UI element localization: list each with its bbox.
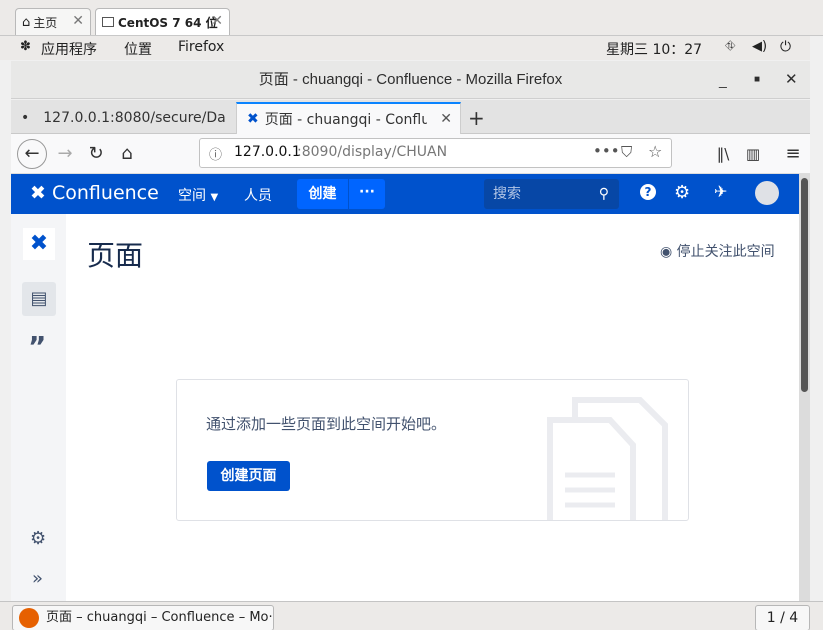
tab-label: 页面 - chuangqi - Conflue (264, 112, 427, 128)
host-tab-label: 主页 (33, 15, 58, 30)
close-window-icon[interactable]: ✕ (785, 61, 798, 99)
confluence-logo-icon[interactable]: ✖ (30, 182, 46, 204)
page-title: 页面 (87, 239, 144, 272)
create-page-button[interactable]: 创建页面 (207, 461, 290, 491)
menu-icon[interactable]: ≡ (779, 140, 807, 168)
workspace-pager[interactable]: 1 / 4 (755, 605, 810, 630)
search-input[interactable]: 搜索 ⚲ (484, 179, 619, 209)
notifications-icon[interactable]: ✈ (714, 182, 727, 201)
window-title: 页面 - chuangqi - Confluence - Mozilla Fir… (258, 71, 563, 88)
space-sidebar: ✖ ▤ ” ⚙ » ‖ (11, 214, 73, 601)
forward-icon[interactable]: → (51, 140, 79, 168)
empty-state-card: 通过添加一些页面到此空间开始吧。 创建页面 (176, 379, 689, 521)
url-host: 127.0.0.1 (234, 144, 301, 160)
url-path: :8090/display/CHUAN (297, 144, 448, 160)
reload-icon[interactable]: ↻ (82, 140, 110, 168)
volume-icon[interactable]: ◀) (752, 39, 767, 54)
close-icon[interactable]: ✕ (72, 13, 84, 29)
nav-people[interactable]: 人员 (244, 185, 272, 205)
search-placeholder: 搜索 (493, 186, 521, 202)
avatar[interactable] (755, 181, 779, 205)
menu-applications[interactable]: 应用程序 (41, 39, 97, 59)
info-icon[interactable]: ⓘ (209, 144, 222, 163)
home-icon[interactable]: ⌂ (113, 140, 141, 168)
firefox-icon (19, 608, 39, 628)
window-titlebar: 页面 - chuangqi - Confluence - Mozilla Fir… (11, 61, 810, 99)
search-icon[interactable]: ⚲ (599, 179, 609, 209)
confluence-header: ✖ Confluence 空间 ▼ 人员 创建 ··· 搜索 ⚲ ? ⚙ ✈ (11, 174, 799, 214)
page-scrollbar[interactable] (799, 174, 810, 601)
eye-icon: ◉ (660, 244, 673, 260)
chevron-down-icon: ▼ (210, 192, 219, 203)
create-button[interactable]: 创建 (297, 179, 348, 209)
pocket-icon[interactable]: ⛉ (621, 143, 632, 161)
host-tab-centos[interactable]: CentOS 7 64 位 ✕ (95, 8, 230, 35)
apps-icon: ✽ (20, 39, 31, 54)
pages-illustration-icon (547, 397, 668, 520)
power-icon[interactable]: ⏻ (780, 39, 791, 55)
expand-sidebar-icon[interactable]: » (32, 568, 43, 589)
bookmark-star-icon[interactable]: ☆ (648, 142, 662, 161)
page-actions-icon[interactable]: ••• (593, 142, 620, 160)
host-menubar: ✽ 应用程序 位置 Firefox 星期三 10：27 ⛗ ◀) ⏻ (0, 36, 810, 60)
main-content: 页面 ◉ 停止关注此空间 通过添加一些页面到此空间开始吧。 创建页面 (66, 214, 799, 601)
clock[interactable]: 星期三 10：27 (606, 39, 702, 59)
dot-icon: • (21, 110, 30, 126)
home-icon: ⌂ (22, 14, 31, 30)
create-more-button[interactable]: ··· (349, 179, 385, 209)
help-icon[interactable]: ? (640, 184, 656, 200)
menu-firefox[interactable]: Firefox (178, 39, 224, 55)
menu-places[interactable]: 位置 (124, 39, 152, 59)
space-logo-icon[interactable]: ✖ (23, 228, 55, 260)
host-tab-home[interactable]: ⌂ 主页 ✕ (15, 8, 91, 35)
tab-label: 127.0.0.1:8080/secure/Da (43, 110, 226, 126)
browser-tab-active[interactable]: ✖ 页面 - chuangqi - Conflue ✕ (236, 102, 461, 134)
browser-tabbar: • 127.0.0.1:8080/secure/Da ✖ 页面 - chuang… (11, 100, 810, 134)
settings-icon[interactable]: ⚙ (674, 182, 690, 203)
confluence-logo[interactable]: Confluence (52, 182, 159, 204)
close-icon[interactable]: ✕ (211, 13, 223, 29)
back-icon[interactable]: ← (17, 139, 47, 169)
space-settings-icon[interactable]: ⚙ (30, 528, 46, 549)
host-tabbar: ⌂ 主页 ✕ CentOS 7 64 位 ✕ (0, 0, 823, 36)
watch-space-link[interactable]: ◉ 停止关注此空间 (660, 241, 775, 261)
confluence-favicon-icon: ✖ (247, 111, 259, 127)
taskbar-item-firefox[interactable]: 页面 – chuangqi – Confluence – Mo··· (12, 605, 274, 630)
close-tab-icon[interactable]: ✕ (440, 111, 452, 127)
watch-label: 停止关注此空间 (676, 244, 775, 260)
scrollbar-thumb[interactable] (801, 178, 808, 392)
pages-icon[interactable]: ▤ (22, 282, 56, 316)
maximize-icon[interactable]: ■ (754, 61, 760, 99)
nav-spaces-label: 空间 (178, 188, 206, 204)
library-icon[interactable]: ‖\ (709, 140, 737, 168)
vm-icon (102, 17, 114, 27)
browser-tab[interactable]: • 127.0.0.1:8080/secure/Da (11, 102, 236, 134)
network-icon[interactable]: ⛗ (725, 39, 735, 54)
sidebar-icon[interactable]: ▥ (739, 140, 767, 168)
host-tab-label: CentOS 7 64 位 (118, 15, 218, 30)
url-bar[interactable]: ⓘ 127.0.0.1 :8090/display/CHUAN ••• ⛉ ☆ (199, 138, 672, 168)
blog-quote-icon[interactable]: ” (28, 330, 46, 363)
nav-spaces[interactable]: 空间 ▼ (178, 185, 218, 205)
taskbar: 页面 – chuangqi – Confluence – Mo··· 1 / 4 (0, 601, 823, 630)
minimize-icon[interactable]: _ (719, 61, 727, 99)
navigation-toolbar: ← → ↻ ⌂ ⓘ 127.0.0.1 :8090/display/CHUAN … (11, 134, 810, 174)
taskbar-item-label: 页面 – chuangqi – Confluence – Mo··· (46, 610, 274, 625)
new-tab-button[interactable]: + (466, 102, 496, 134)
empty-message: 通过添加一些页面到此空间开始吧。 (206, 415, 447, 433)
